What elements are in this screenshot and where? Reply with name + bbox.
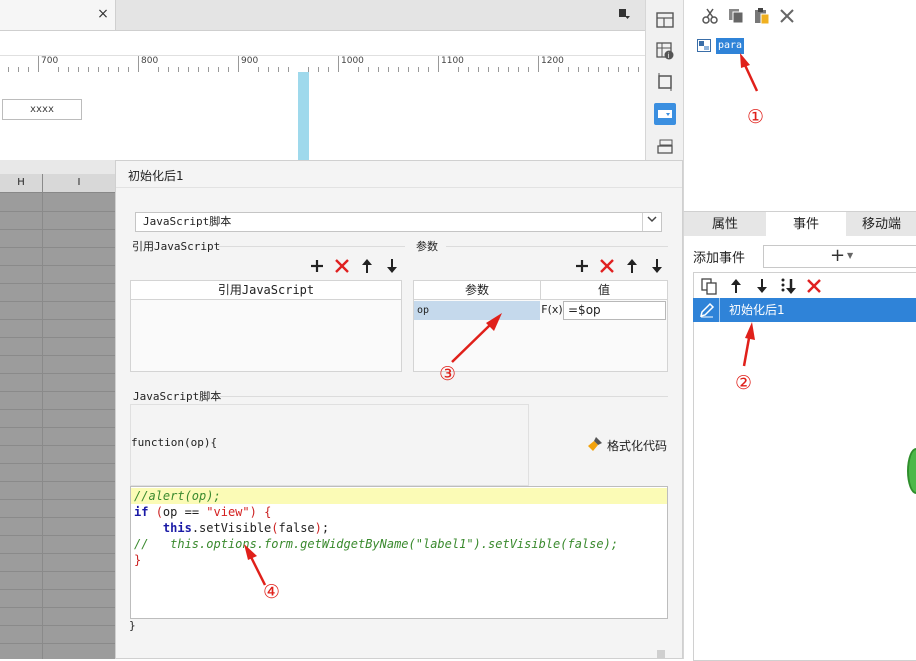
annotation-marker-3: ③ [439, 363, 457, 385]
annotation-marker-2: ② [735, 372, 753, 394]
annotation-arrows [244, 53, 759, 586]
annotation-marker-4: ④ [263, 581, 281, 603]
annotation-marker-1: ① [747, 106, 765, 128]
